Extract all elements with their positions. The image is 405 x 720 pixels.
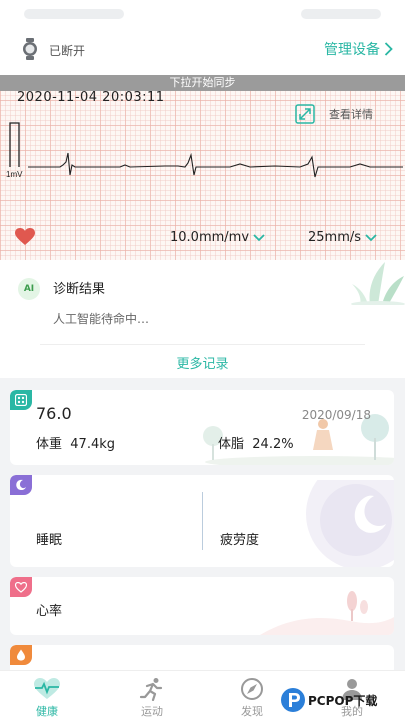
diagnosis-status: 人工智能待命中… [53,312,150,326]
hill-decoration [260,591,394,635]
tab-sport[interactable]: 运动 [122,671,182,720]
speed-select[interactable]: 25mm/s [308,230,377,245]
manage-device-label: 管理设备 [324,42,380,58]
heart-outline-icon [15,581,27,593]
weight-badge [10,390,32,410]
weight-card[interactable]: 76.0 2020/09/18 体重 47.4kg 体脂 24.2% [10,390,394,465]
sleep-label: 睡眠 [36,533,63,548]
weight-metric: 体重 47.4kg [36,433,115,452]
calibration-label: 1mV [6,170,23,179]
heart-pulse-icon [34,678,60,699]
tab-discover-label: 发现 [241,705,263,718]
heart-rate-card[interactable]: 心率 [10,577,394,635]
ai-badge: AI [18,278,40,300]
watermark-text: PCPOP下载 [308,693,378,708]
body-fat-metric: 体脂 24.2% [218,433,294,452]
chevron-right-icon [384,42,393,56]
sync-banner: 下拉开始同步 [0,75,405,91]
divider [40,344,365,345]
chevron-down-icon [365,233,377,241]
status-bar-right-blur [301,9,381,19]
gain-value: 10.0mm/mv [170,230,250,245]
manage-device-link[interactable]: 管理设备 [324,39,393,59]
weight-label: 体重 [36,437,63,452]
scale-icon [15,394,27,406]
divider [202,492,203,550]
drop-icon [17,649,25,661]
weight-date: 2020/09/18 [301,408,371,422]
leaf-decoration [351,262,405,305]
gain-select[interactable]: 10.0mm/mv [170,230,265,245]
tab-health[interactable]: 健康 [17,671,77,720]
heart-rate-badge [10,577,32,597]
tab-discover[interactable]: 发现 [222,671,282,720]
ecg-waveform: 1mV [6,122,403,179]
device-bar: 已断开 管理设备 [0,30,405,75]
sleep-badge [10,475,32,495]
sleep-card[interactable]: 睡眠 疲劳度 [10,475,394,567]
moon-icon [16,479,26,491]
watch-icon [23,38,37,60]
running-icon [139,678,163,701]
watermark: PCPOP下载 [280,682,405,718]
heart-icon [15,228,35,245]
fatigue-label: 疲劳度 [220,533,260,548]
status-bar-left-blur [24,9,124,19]
moon-decoration [306,480,394,567]
status-bar [0,0,405,30]
body-fat-value: 24.2% [252,437,294,452]
tab-health-label: 健康 [36,705,58,718]
body-fat-label: 体脂 [218,437,245,452]
next-card-badge [10,645,32,665]
pcpop-logo-icon [281,688,305,712]
compass-icon [241,678,263,700]
speed-value: 25mm/s [308,230,362,245]
more-records-link[interactable]: 更多记录 [0,353,405,372]
chevron-down-icon [253,233,265,241]
weight-score: 76.0 [36,404,72,423]
ecg-datetime: 2020-11-04 20:03:11 [17,90,165,105]
tab-sport-label: 运动 [141,705,163,718]
diagnosis-card: AI 诊断结果 人工智能待命中… 更多记录 [0,260,405,378]
device-status: 已断开 [49,44,86,58]
heart-rate-label: 心率 [36,604,63,619]
weight-value: 47.4kg [70,437,116,452]
diagnosis-title: 诊断结果 [53,282,106,297]
ecg-panel[interactable]: 下拉开始同步 2020-11-04 20:03:11 查看详情 1mV 10.0… [0,75,405,260]
